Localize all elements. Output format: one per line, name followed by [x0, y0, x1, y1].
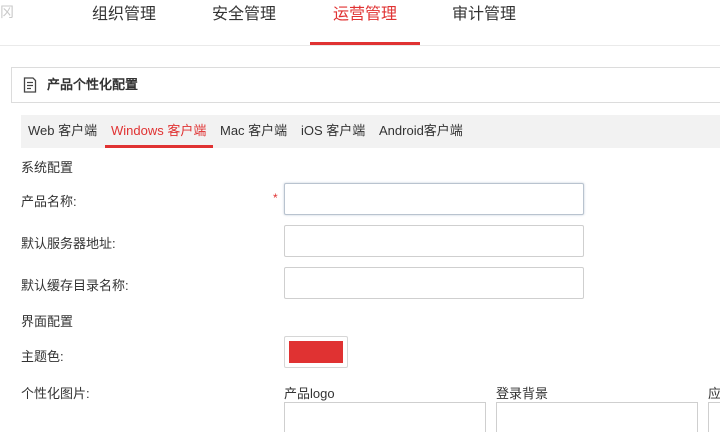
theme-color-swatch	[289, 341, 343, 363]
default-cache-dir-label: 默认缓存目录名称:	[21, 278, 129, 293]
login-background-label: 登录背景	[496, 386, 549, 401]
product-name-input[interactable]	[284, 183, 584, 215]
top-navigation: 冈 组织管理 安全管理 运营管理 审计管理	[0, 0, 720, 46]
edge-glyph: 冈	[0, 4, 14, 20]
tab-windows-client[interactable]: Windows 客户端	[111, 115, 206, 148]
default-server-label: 默认服务器地址:	[21, 236, 116, 251]
ui-config-title: 界面配置	[21, 314, 74, 329]
tab-android-client[interactable]: Android客户端	[379, 115, 463, 148]
tab-active-indicator	[105, 145, 213, 148]
section-header: 产品个性化配置	[11, 67, 720, 103]
system-config-title: 系统配置	[21, 160, 74, 175]
product-name-label: 产品名称:	[21, 194, 77, 209]
tab-mac-client[interactable]: Mac 客户端	[220, 115, 287, 148]
login-background-upload[interactable]	[496, 402, 698, 432]
product-logo-upload[interactable]	[284, 402, 486, 432]
custom-images-label: 个性化图片:	[21, 386, 90, 401]
theme-color-picker[interactable]	[284, 336, 348, 368]
nav-security-management[interactable]: 安全管理	[212, 0, 276, 46]
client-tabs: Web 客户端 Windows 客户端 Mac 客户端 iOS 客户端 Andr…	[21, 115, 720, 148]
document-list-icon	[23, 77, 37, 93]
app-image-label: 应	[708, 386, 720, 401]
nav-audit-management[interactable]: 审计管理	[452, 0, 516, 46]
app-image-upload[interactable]	[708, 402, 720, 432]
default-cache-dir-input[interactable]	[284, 267, 584, 299]
required-mark: *	[273, 191, 278, 205]
nav-operations-management[interactable]: 运营管理	[333, 0, 397, 46]
tab-web-client[interactable]: Web 客户端	[28, 115, 97, 148]
nav-org-management[interactable]: 组织管理	[92, 0, 156, 46]
tab-ios-client[interactable]: iOS 客户端	[301, 115, 365, 148]
section-title: 产品个性化配置	[47, 77, 139, 92]
nav-active-indicator	[310, 42, 420, 45]
default-server-input[interactable]	[284, 225, 584, 257]
theme-color-label: 主题色:	[21, 349, 64, 364]
product-logo-label: 产品logo	[284, 386, 335, 401]
